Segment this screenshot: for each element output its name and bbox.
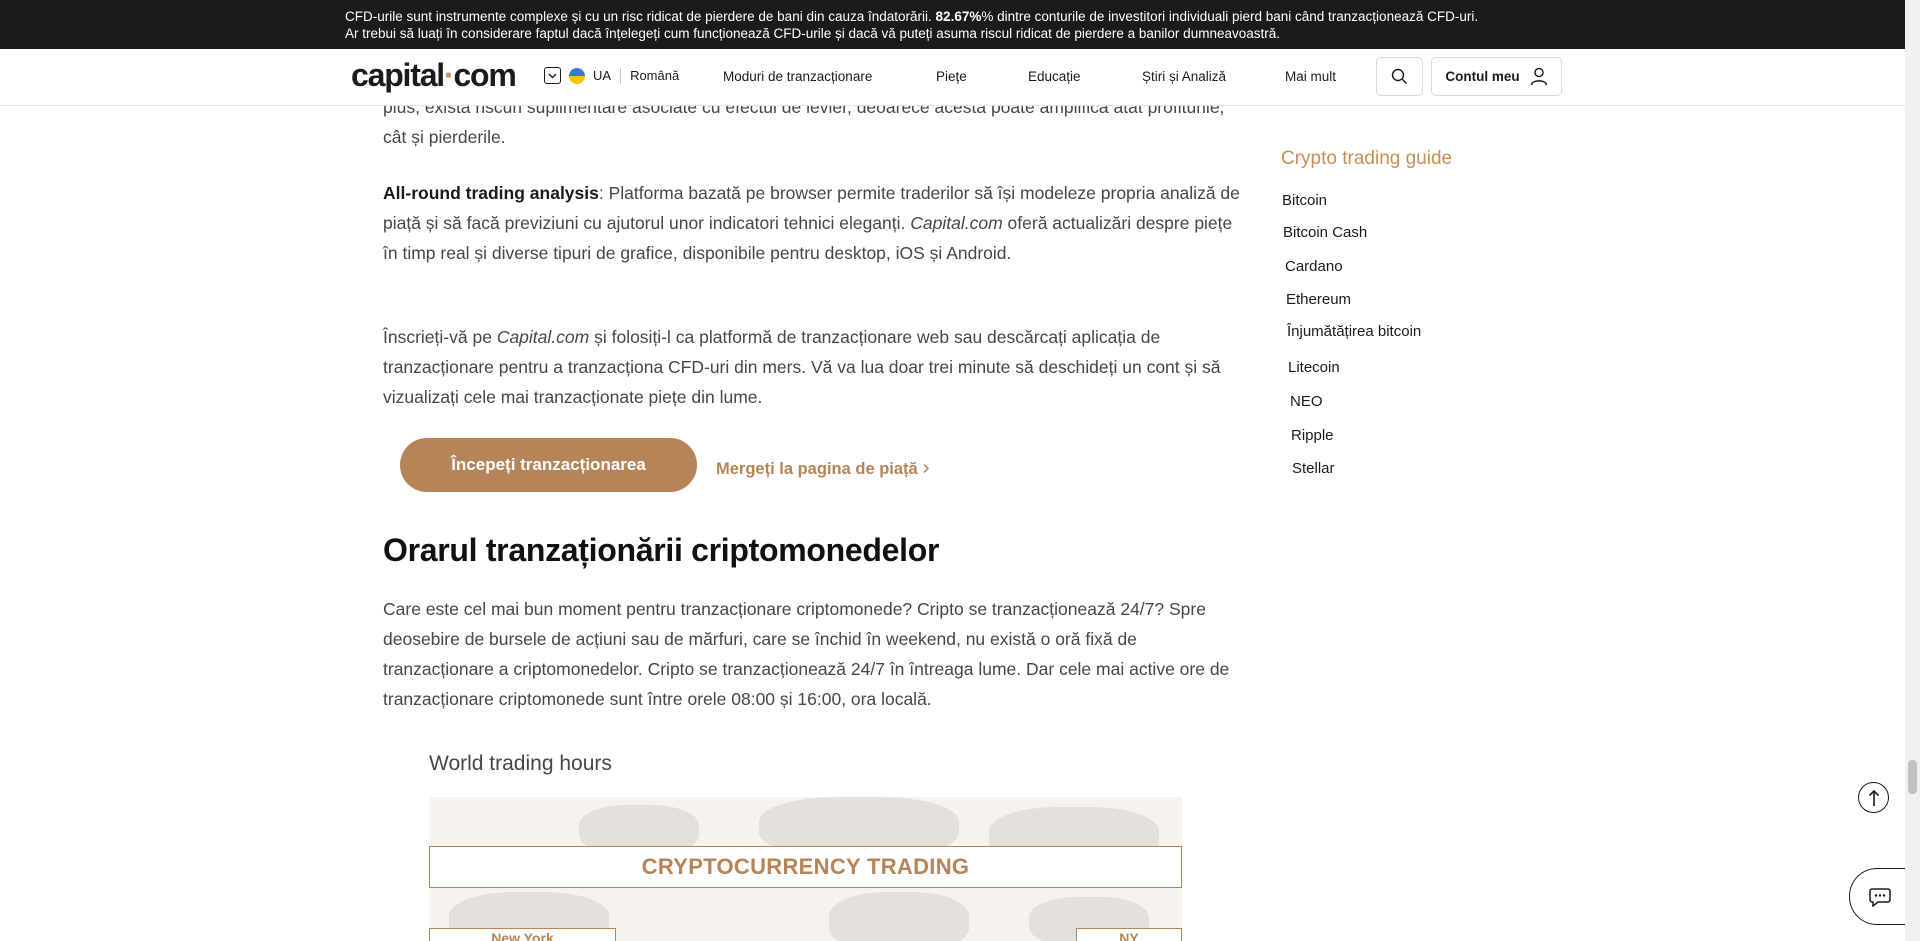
sidebar-item-ethereum[interactable]: Ethereum: [1286, 291, 1351, 308]
sidebar-item-ripple[interactable]: Ripple: [1291, 427, 1334, 444]
analysis-heading-inline: All-round trading analysis: [383, 183, 599, 203]
city-label-new-york: New York: [429, 928, 616, 941]
article-paragraph-crypto-hours: Care este cel mai bun moment pentru tran…: [383, 599, 1230, 709]
logo-main: capital: [351, 57, 445, 93]
logo-end: com: [453, 57, 516, 93]
risk-warning-banner: CFD-urile sunt instrumente complexe și c…: [0, 0, 1905, 49]
sidebar-title: Crypto trading guide: [1281, 148, 1453, 169]
risk-warning-text-b: % dintre conturile de investitori indivi…: [981, 9, 1479, 24]
nav-news-analysis[interactable]: Știri și Analiză: [1142, 69, 1226, 84]
sidebar-item-neo[interactable]: NEO: [1290, 393, 1323, 410]
sidebar-item-bitcoin-halving[interactable]: Înjumătățirea bitcoin: [1287, 323, 1421, 340]
risk-warning-text-a: CFD-urile sunt instrumente complexe și c…: [345, 9, 932, 24]
brand-name: Capital.com: [910, 213, 1003, 233]
start-trading-button[interactable]: Începeți tranzacționarea: [400, 438, 697, 492]
risk-warning-line-2: Ar trebui să luați în considerare faptul…: [345, 26, 1280, 41]
region-language-selector[interactable]: UA Română: [544, 67, 679, 84]
search-button[interactable]: [1376, 57, 1423, 96]
region-code: UA: [593, 68, 612, 83]
language-label[interactable]: Română: [630, 68, 679, 83]
sidebar-item-cardano[interactable]: Cardano: [1285, 258, 1343, 275]
cryptocurrency-trading-band: CRYPTOCURRENCY TRADING: [429, 846, 1182, 888]
nav-trading-modes[interactable]: Moduri de tranzacționare: [723, 69, 872, 84]
nav-more[interactable]: Mai mult: [1285, 69, 1336, 84]
risk-warning-line-1: CFD-urile sunt instrumente complexe și c…: [345, 8, 1905, 25]
arrow-up-icon: [1868, 789, 1879, 806]
divider: [620, 67, 622, 84]
article-paragraph-signup: Înscrieți-vă pe Capital.com și folosiți-…: [383, 322, 1241, 412]
chevron-right-icon: [923, 463, 930, 474]
chevron-down-icon[interactable]: [544, 67, 561, 84]
chat-icon: [1868, 887, 1891, 907]
sidebar-item-litecoin[interactable]: Litecoin: [1288, 359, 1340, 376]
city-label-ny: NY: [1076, 928, 1182, 941]
page-scrollbar[interactable]: [1905, 0, 1920, 941]
scroll-to-top-button[interactable]: [1858, 782, 1889, 813]
market-page-link[interactable]: Mergeți la pagina de piață: [716, 460, 930, 479]
account-label: Contul meu: [1445, 69, 1520, 84]
sidebar-item-stellar[interactable]: Stellar: [1292, 460, 1335, 477]
site-header: capital·com UA Română Moduri de tranzacț…: [0, 49, 1905, 106]
scrollbar-thumb[interactable]: [1908, 760, 1917, 794]
sidebar-item-bitcoin-cash[interactable]: Bitcoin Cash: [1283, 224, 1367, 241]
nav-markets[interactable]: Piețe: [936, 69, 967, 84]
signup-text-a: Înscrieți-vă pe: [383, 327, 492, 347]
market-page-link-label: Mergeți la pagina de piață: [716, 460, 918, 478]
user-icon: [1530, 67, 1547, 86]
chat-button[interactable]: [1849, 868, 1909, 925]
article-paragraph-analysis: All-round trading analysis: Platforma ba…: [383, 178, 1241, 268]
sidebar-item-bitcoin[interactable]: Bitcoin: [1282, 192, 1327, 209]
ukraine-flag-icon: [569, 67, 585, 84]
account-button[interactable]: Contul meu: [1431, 57, 1562, 96]
image-title: World trading hours: [429, 752, 612, 775]
brand-name: Capital.com: [496, 327, 590, 347]
nav-education[interactable]: Educație: [1028, 69, 1081, 84]
search-icon: [1391, 68, 1407, 84]
section-heading-crypto-hours: Orarul tranzaționării criptomonedelor: [383, 532, 940, 568]
risk-percentage: 82.67%: [935, 9, 982, 24]
logo[interactable]: capital·com: [351, 57, 517, 94]
